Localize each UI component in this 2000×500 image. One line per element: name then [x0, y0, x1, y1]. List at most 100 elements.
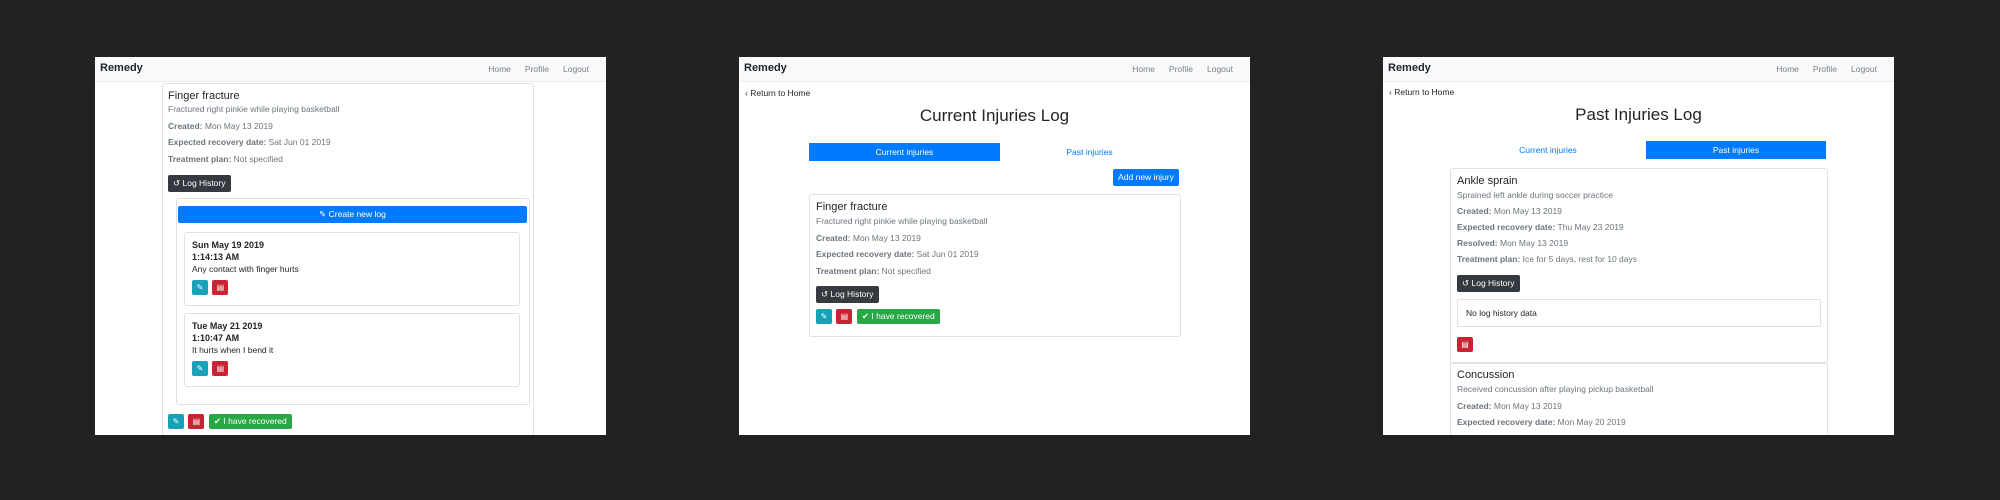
log-history-button[interactable]: ↺ Log History	[816, 286, 879, 303]
created-row: Created: Mon May 13 2019	[168, 121, 273, 131]
log-entry: Tue May 21 2019 1:10:47 AM It hurts when…	[184, 313, 520, 387]
nav-links: Home Profile Logout	[1132, 64, 1233, 74]
resolved-label: Resolved:	[1457, 238, 1498, 248]
created-value: Mon May 13 2019	[852, 233, 921, 243]
injury-description: Sprained left ankle during soccer practi…	[1457, 190, 1613, 200]
edit-log-button[interactable]: ✎	[192, 361, 208, 377]
created-row: Created: Mon May 13 2019	[1457, 206, 1562, 216]
nav-links: Home Profile Logout	[488, 64, 589, 74]
expected-value: Mon May 20 2019	[1557, 417, 1626, 427]
log-actions: ✎ ▤	[192, 279, 229, 297]
expected-value: Sat Jun 01 2019	[916, 249, 979, 259]
edit-injury-button[interactable]: ✎	[816, 309, 832, 325]
log-note: Any contact with finger hurts	[192, 264, 299, 274]
edit-icon: ✎	[196, 364, 204, 374]
trash-icon: ▤	[216, 364, 225, 374]
delete-injury-button[interactable]: ▤	[1457, 337, 1473, 353]
edit-icon: ✎	[319, 209, 327, 219]
injury-title: Finger fracture	[816, 201, 888, 213]
log-time: 1:10:47 AM	[192, 333, 240, 343]
edit-injury-button[interactable]: ✎	[168, 414, 184, 430]
injury-title: Finger fracture	[168, 90, 240, 102]
resolved-value: Mon May 13 2019	[1500, 238, 1569, 248]
log-history-label: Log History	[1471, 278, 1515, 288]
create-log-button[interactable]: ✎ Create new log	[178, 206, 527, 223]
injury-card: Finger fracture Fractured right pinkie w…	[162, 83, 534, 435]
return-home-label: Return to Home	[750, 88, 811, 98]
history-icon: ↺	[173, 178, 181, 188]
page-title: Current Injuries Log	[919, 106, 1070, 125]
log-history-label: Log History	[182, 178, 226, 188]
expected-row: Expected recovery date: Sat Jun 01 2019	[168, 137, 331, 147]
trash-icon: ▤	[840, 312, 849, 322]
delete-log-button[interactable]: ▤	[212, 280, 229, 296]
expected-row: Expected recovery date: Mon May 20 2019	[1457, 417, 1626, 427]
check-icon: ✔	[861, 311, 870, 322]
edit-icon: ✎	[820, 312, 828, 322]
nav-profile-link[interactable]: Profile	[1813, 64, 1837, 74]
nav-home-link[interactable]: Home	[488, 64, 511, 74]
log-actions: ✎ ▤	[192, 360, 229, 378]
expected-value: Thu May 23 2019	[1557, 222, 1624, 232]
log-history-panel: No log history data	[1457, 299, 1821, 327]
log-history-button[interactable]: ↺ Log History	[168, 175, 231, 192]
delete-log-button[interactable]: ▤	[212, 361, 229, 377]
brand-logo[interactable]: Remedy	[1388, 62, 1431, 74]
expected-label: Expected recovery date:	[168, 137, 267, 147]
no-history-text: No log history data	[1466, 308, 1537, 318]
nav-profile-link[interactable]: Profile	[1169, 64, 1193, 74]
add-injury-button[interactable]: Add new injury	[1113, 169, 1179, 186]
edit-log-button[interactable]: ✎	[192, 280, 208, 296]
tab-past-injuries[interactable]: Past injuries	[1646, 141, 1826, 159]
tab-past-injuries[interactable]: Past injuries	[1000, 143, 1179, 161]
nav-logout-link[interactable]: Logout	[563, 64, 589, 74]
created-value: Mon May 13 2019	[1493, 206, 1562, 216]
log-history-label: Log History	[830, 289, 874, 299]
log-history-button[interactable]: ↺ Log History	[1457, 275, 1520, 292]
delete-injury-button[interactable]: ▤	[836, 309, 853, 325]
expected-row: Expected recovery date: Sat Jun 01 2019	[816, 249, 979, 259]
expected-label: Expected recovery date:	[816, 249, 915, 259]
log-date: Sun May 19 2019	[192, 240, 265, 250]
expected-value: Sat Jun 01 2019	[268, 137, 331, 147]
created-row: Created: Mon May 13 2019	[1457, 401, 1562, 411]
nav-links: Home Profile Logout	[1776, 64, 1877, 74]
chevron-left-icon: ‹	[1389, 87, 1392, 97]
expected-label: Expected recovery date:	[1457, 417, 1556, 427]
created-row: Created: Mon May 13 2019	[816, 233, 921, 243]
created-label: Created:	[816, 233, 851, 243]
tab-current-injuries[interactable]: Current injuries	[809, 143, 1000, 161]
plan-row: Treatment plan: Not specified	[816, 266, 931, 276]
log-entry: Sun May 19 2019 1:14:13 AM Any contact w…	[184, 232, 520, 306]
brand-logo[interactable]: Remedy	[744, 62, 787, 74]
trash-icon: ▤	[1461, 340, 1469, 350]
recovered-button[interactable]: ✔ I have recovered	[856, 309, 940, 325]
nav-logout-link[interactable]: Logout	[1851, 64, 1877, 74]
created-label: Created:	[1457, 206, 1492, 216]
return-home-link[interactable]: ‹ Return to Home	[1389, 87, 1454, 97]
delete-injury-button[interactable]: ▤	[188, 414, 205, 430]
plan-value: Not specified	[233, 154, 283, 164]
injury-detail-screen: Remedy Home Profile Logout Finger fractu…	[95, 57, 606, 435]
plan-row: Treatment plan: Ice for 5 days, rest for…	[1457, 254, 1637, 264]
nav-home-link[interactable]: Home	[1132, 64, 1155, 74]
plan-label: Treatment plan:	[1457, 254, 1521, 264]
navbar: Remedy Home Profile Logout	[739, 57, 1250, 82]
nav-home-link[interactable]: Home	[1776, 64, 1799, 74]
nav-profile-link[interactable]: Profile	[525, 64, 549, 74]
injury-card: Finger fracture Fractured right pinkie w…	[809, 194, 1181, 337]
navbar: Remedy Home Profile Logout	[95, 57, 606, 82]
brand-logo[interactable]: Remedy	[100, 62, 143, 74]
tab-current-injuries[interactable]: Current injuries	[1450, 141, 1646, 159]
current-injuries-screen: Remedy Home Profile Logout ‹ Return to H…	[739, 57, 1250, 435]
recovered-button[interactable]: ✔ I have recovered	[208, 414, 292, 430]
check-icon: ✔	[213, 416, 222, 427]
plan-label: Treatment plan:	[816, 266, 880, 276]
created-value: Mon May 13 2019	[204, 121, 273, 131]
nav-logout-link[interactable]: Logout	[1207, 64, 1233, 74]
injury-description: Received concussion after playing pickup…	[1457, 384, 1654, 394]
created-label: Created:	[168, 121, 203, 131]
injury-description: Fractured right pinkie while playing bas…	[816, 216, 988, 226]
return-home-label: Return to Home	[1394, 87, 1455, 97]
return-home-link[interactable]: ‹ Return to Home	[745, 88, 810, 98]
